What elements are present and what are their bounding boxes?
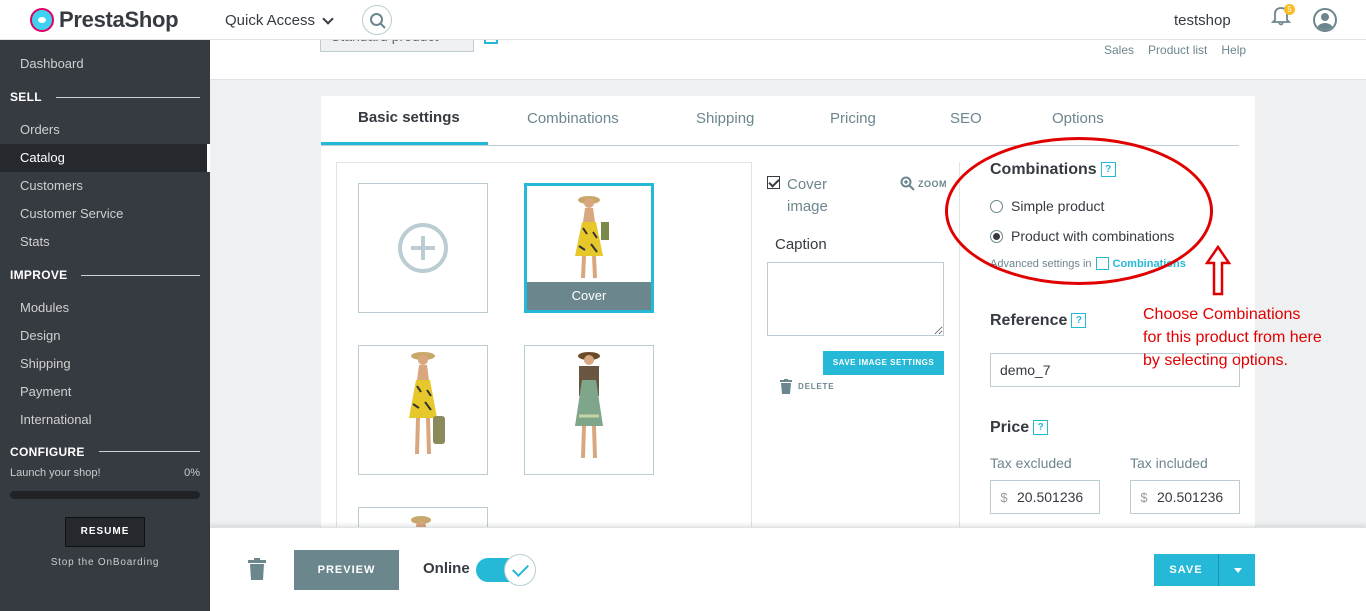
- caption-textarea[interactable]: [767, 262, 944, 336]
- toolbar-links: Sales Product list Help: [1104, 43, 1246, 57]
- price-heading: Price?: [990, 419, 1049, 437]
- sidebar-item-modules[interactable]: Modules: [0, 294, 210, 322]
- resume-onboarding-button[interactable]: RESUME: [65, 517, 145, 547]
- notification-count-badge: 5: [1284, 4, 1295, 15]
- reference-heading: Reference?: [990, 312, 1087, 330]
- annotation-text: Choose Combinations for this product fro…: [1143, 306, 1322, 369]
- tab-options[interactable]: Options: [1052, 110, 1104, 127]
- onboarding-progress-bar: [10, 491, 200, 499]
- launch-shop-progress-label: Launch your shop! 0%: [10, 467, 200, 479]
- sales-link[interactable]: Sales: [1104, 43, 1134, 57]
- product-photo-yellow-dress-bag: [409, 352, 445, 455]
- annotation-arrow-up-icon: [1205, 245, 1231, 296]
- save-options-caret-icon[interactable]: [1218, 554, 1255, 586]
- checkmark-icon: [504, 554, 536, 586]
- add-image-plus-icon: [398, 223, 448, 273]
- sidebar-item-catalog[interactable]: Catalog: [0, 144, 210, 172]
- sidebar-item-dashboard[interactable]: Dashboard: [0, 50, 210, 78]
- sidebar-item-design[interactable]: Design: [0, 322, 210, 350]
- quick-access-label: Quick Access: [225, 12, 316, 29]
- tab-seo[interactable]: SEO: [950, 110, 982, 127]
- product-image-thumbnail[interactable]: [524, 345, 654, 475]
- annotation-ellipse: [945, 137, 1213, 285]
- delete-image-button[interactable]: DELETE: [780, 379, 834, 394]
- price-tax-included-value: 20.501236: [1157, 489, 1224, 505]
- product-photo-partial: [411, 516, 431, 528]
- cover-badge: Cover: [527, 282, 651, 310]
- product-photo-green-dress: [575, 352, 603, 459]
- sidebar-item-international[interactable]: International: [0, 406, 210, 434]
- sidebar-item-stats[interactable]: Stats: [0, 228, 210, 256]
- tab-combinations[interactable]: Combinations: [527, 110, 619, 127]
- currency-symbol: $: [1140, 489, 1148, 505]
- save-button-group: SAVE: [1154, 554, 1255, 586]
- sidebar-section-configure: CONFIGURE: [10, 445, 200, 457]
- online-toggle-switch[interactable]: [476, 554, 538, 586]
- help-link[interactable]: Help: [1221, 43, 1246, 57]
- sidebar-item-customer-service[interactable]: Customer Service: [0, 200, 210, 228]
- tab-pricing[interactable]: Pricing: [830, 110, 876, 127]
- top-header: PrestaShop Quick Access testshop 5: [0, 0, 1366, 40]
- sidebar-item-customers[interactable]: Customers: [0, 172, 210, 200]
- delete-product-trash-icon[interactable]: [248, 558, 266, 580]
- sidebar-item-orders[interactable]: Orders: [0, 116, 210, 144]
- sidebar-section-improve: IMPROVE: [10, 268, 200, 282]
- zoom-in-icon: [900, 176, 915, 191]
- tab-basic-settings[interactable]: Basic settings: [358, 109, 460, 126]
- cover-image-label: Cover image: [787, 176, 828, 215]
- search-icon: [370, 13, 386, 29]
- product-image-thumbnail[interactable]: [358, 507, 488, 529]
- currency-symbol: $: [1000, 489, 1008, 505]
- save-button[interactable]: SAVE: [1154, 554, 1218, 586]
- cover-image-checkbox[interactable]: [767, 176, 780, 189]
- online-label: Online: [423, 560, 470, 577]
- price-help-icon[interactable]: ?: [1033, 420, 1049, 436]
- search-button[interactable]: [362, 5, 392, 35]
- preview-button[interactable]: PREVIEW: [294, 550, 399, 590]
- tax-included-label: Tax included: [1130, 455, 1208, 471]
- shop-name-link[interactable]: testshop: [1174, 12, 1231, 29]
- prestashop-logo[interactable]: PrestaShop: [30, 7, 179, 33]
- puffin-logo-icon: [30, 8, 54, 32]
- reference-help-icon[interactable]: ?: [1071, 313, 1087, 329]
- tax-excluded-label: Tax excluded: [990, 455, 1072, 471]
- delete-label: DELETE: [798, 382, 835, 391]
- logo-text: PrestaShop: [59, 7, 179, 32]
- quick-access-dropdown[interactable]: Quick Access: [225, 12, 334, 29]
- caption-label: Caption: [775, 236, 827, 253]
- price-tax-excluded-input[interactable]: $ 20.501236: [990, 480, 1100, 514]
- price-tax-excluded-value: 20.501236: [1017, 489, 1084, 505]
- zoom-label: ZOOM: [918, 178, 947, 189]
- product-image-cover[interactable]: Cover: [524, 183, 654, 313]
- product-image-thumbnail[interactable]: [358, 345, 488, 475]
- sidebar-item-payment[interactable]: Payment: [0, 378, 210, 406]
- zoom-button[interactable]: ZOOM: [900, 176, 947, 191]
- sidebar: Dashboard SELL Orders Catalog Customers …: [0, 40, 210, 611]
- sidebar-item-shipping[interactable]: Shipping: [0, 350, 210, 378]
- user-account-icon[interactable]: [1313, 8, 1337, 32]
- chevron-down-icon: [322, 12, 334, 25]
- stop-onboarding-link[interactable]: Stop the OnBoarding: [0, 557, 210, 568]
- add-image-dropzone[interactable]: [358, 183, 488, 313]
- price-tax-included-input[interactable]: $ 20.501236: [1130, 480, 1240, 514]
- active-tab-indicator: [321, 142, 488, 145]
- trash-icon: [780, 379, 792, 394]
- sidebar-section-sell: SELL: [10, 90, 200, 104]
- save-image-settings-button[interactable]: SAVE IMAGE SETTINGS: [823, 351, 944, 375]
- product-list-link[interactable]: Product list: [1148, 43, 1207, 57]
- tab-shipping[interactable]: Shipping: [696, 110, 754, 127]
